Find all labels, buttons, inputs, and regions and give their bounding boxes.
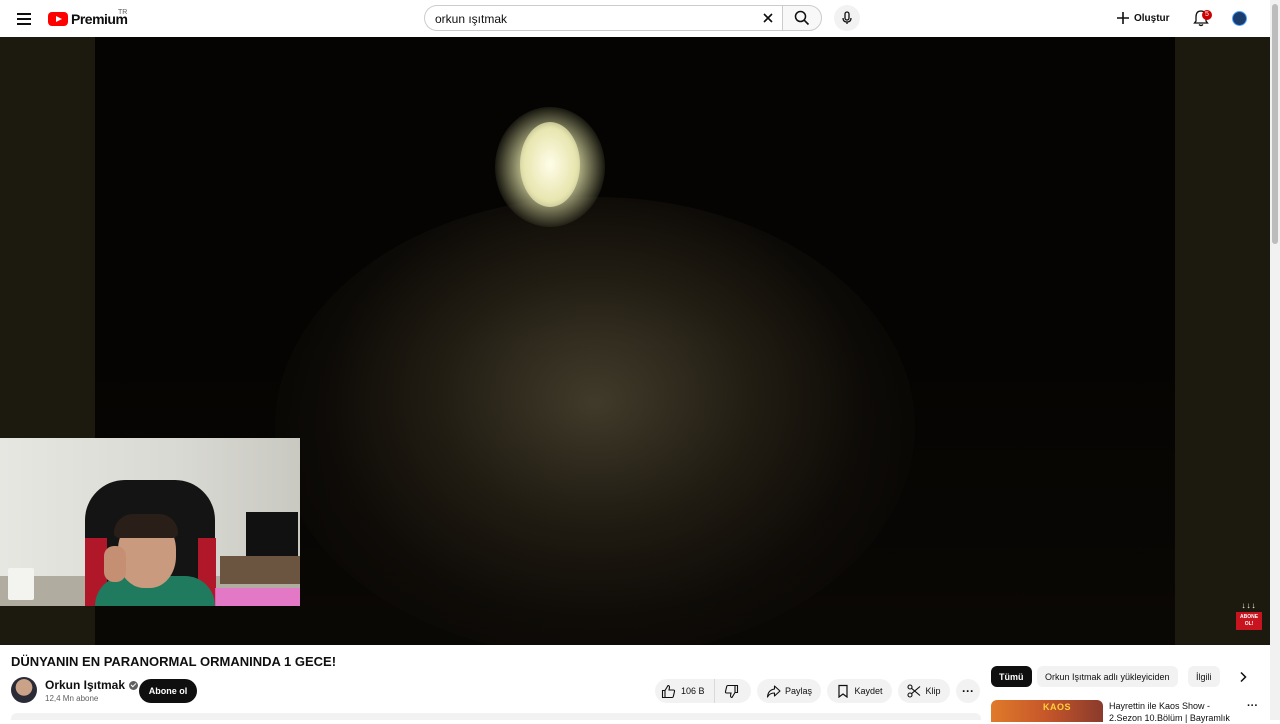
youtube-logo-icon xyxy=(48,12,68,26)
flashlight-core xyxy=(520,122,580,207)
chips-next-button[interactable] xyxy=(1233,666,1253,687)
share-icon xyxy=(766,684,781,698)
account-avatar[interactable] xyxy=(1232,11,1247,26)
voice-search-button[interactable] xyxy=(834,5,860,31)
youtube-logo[interactable]: Premium xyxy=(48,10,128,28)
chip-all[interactable]: Tümü xyxy=(991,666,1032,687)
chip-related[interactable]: İlgili xyxy=(1188,666,1220,687)
save-button[interactable]: Kaydet xyxy=(827,679,892,703)
watermark-text: ABONE OL! xyxy=(1236,612,1262,630)
recommendation-menu-button[interactable]: ··· xyxy=(1247,700,1258,712)
search-icon xyxy=(794,10,810,26)
thumbnail-label: KAOS xyxy=(1043,702,1072,712)
subscriber-count: 12,4 Mn abone xyxy=(45,694,99,703)
country-code: TR xyxy=(118,9,128,16)
facecam-hand xyxy=(104,546,126,582)
create-button[interactable]: Oluştur xyxy=(1116,8,1170,28)
video-title: DÜNYANIN EN PARANORMAL ORMANINDA 1 GECE! xyxy=(11,654,337,669)
page-scrollbar[interactable] xyxy=(1270,0,1280,720)
subscribe-button[interactable]: Abone ol xyxy=(139,679,197,703)
search-input[interactable]: orkun ışıtmak xyxy=(435,12,507,26)
channel-avatar[interactable] xyxy=(11,677,37,703)
save-label: Kaydet xyxy=(854,686,883,696)
like-count: 106 B xyxy=(681,686,705,696)
like-button[interactable]: 106 B xyxy=(655,679,715,703)
more-actions-button[interactable]: ··· xyxy=(956,679,980,703)
subscribe-watermark[interactable]: ↓↓↓ ABONE OL! xyxy=(1236,602,1262,630)
verified-icon xyxy=(129,680,139,690)
recommendation-title[interactable]: Hayrettin ile Kaos Show - 2.Sezon 10.Böl… xyxy=(1109,700,1237,724)
masthead: Premium TR orkun ışıtmak Oluştur 5 xyxy=(0,0,1280,37)
notification-badge: 5 xyxy=(1202,10,1212,20)
bookmark-icon xyxy=(838,684,849,698)
share-button[interactable]: Paylaş xyxy=(757,679,821,703)
facecam-rgb-light xyxy=(215,588,300,606)
scissors-icon xyxy=(907,684,921,698)
plus-icon xyxy=(1117,12,1129,24)
share-label: Paylaş xyxy=(784,686,812,696)
description-box[interactable] xyxy=(11,713,981,720)
like-dislike-group: 106 B xyxy=(655,679,751,703)
clip-label: Klip xyxy=(925,686,941,696)
facecam-bin xyxy=(8,568,34,600)
channel-name: Orkun Işıtmak xyxy=(45,678,126,692)
facecam-hair xyxy=(114,514,178,538)
watermark-arrows: ↓↓↓ xyxy=(1241,601,1257,610)
chevron-right-icon xyxy=(1240,671,1247,682)
menu-icon[interactable] xyxy=(14,9,34,29)
search-button[interactable] xyxy=(782,5,822,31)
chip-from-uploader[interactable]: Orkun Işıtmak adlı yükleyiciden xyxy=(1037,666,1178,687)
channel-name-link[interactable]: Orkun Işıtmak xyxy=(45,678,139,692)
scrollbar-thumb[interactable] xyxy=(1272,4,1278,244)
search-box[interactable]: orkun ışıtmak xyxy=(424,5,782,31)
create-label: Oluştur xyxy=(1134,12,1170,24)
facecam-shelf xyxy=(220,556,300,584)
video-player[interactable]: ↓↓↓ ABONE OL! xyxy=(0,37,1270,645)
thumbs-up-icon xyxy=(661,684,676,698)
dislike-button[interactable] xyxy=(715,679,749,703)
thumbs-down-icon xyxy=(724,684,739,698)
facecam-monitor xyxy=(246,512,298,558)
facecam-overlay xyxy=(0,438,300,606)
mic-icon xyxy=(842,11,852,24)
close-icon[interactable] xyxy=(760,10,776,26)
clip-button[interactable]: Klip xyxy=(898,679,950,703)
recommendation-thumbnail[interactable]: KAOS xyxy=(991,700,1103,722)
